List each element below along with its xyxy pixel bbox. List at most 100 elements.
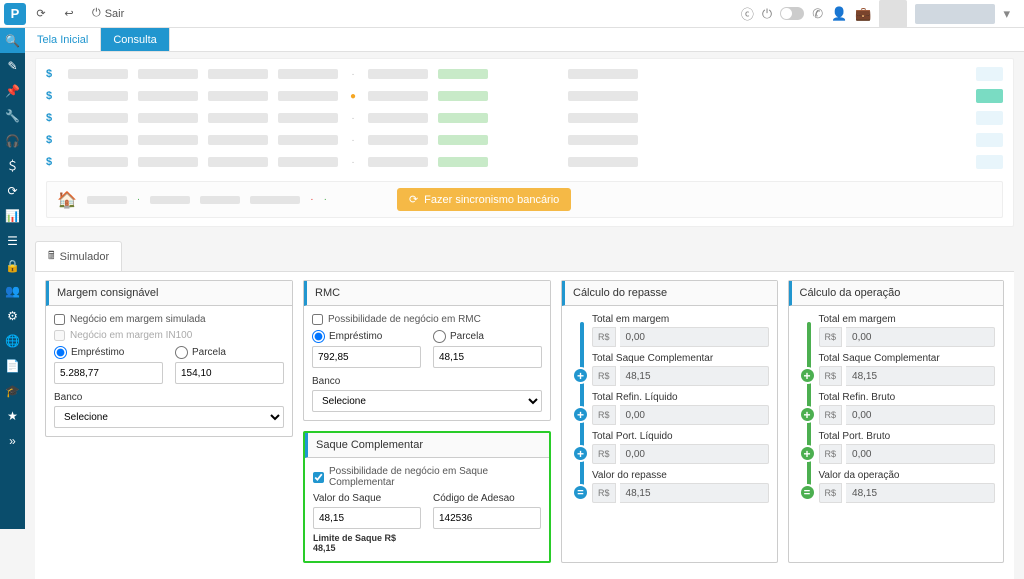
table-row: $ · bbox=[36, 151, 1013, 173]
sidebar-wrench-icon[interactable]: 🔧 bbox=[0, 103, 25, 128]
calc-label: Total Saque Complementar bbox=[819, 353, 996, 364]
input-rmc-emprestimo[interactable] bbox=[312, 346, 421, 368]
chk-saque[interactable]: Possibilidade de negócio em Saque Comple… bbox=[313, 466, 541, 488]
radio-rmc-emp-input[interactable] bbox=[312, 330, 325, 343]
chk-simulada-input[interactable] bbox=[54, 314, 65, 325]
plus-icon: + bbox=[799, 445, 816, 462]
calculator-icon: 🖩 bbox=[48, 247, 55, 266]
input-codigo-adesao[interactable] bbox=[433, 507, 541, 529]
valor-saque-label: Valor do Saque bbox=[313, 493, 421, 504]
panel-rmc: RMC Possibilidade de negócio em RMC Empr… bbox=[303, 280, 551, 421]
plus-icon: + bbox=[799, 406, 816, 423]
chk-rmc[interactable]: Possibilidade de negócio em RMC bbox=[312, 314, 542, 325]
chk-margem-in100: Negócio em margem IN100 bbox=[54, 330, 284, 341]
theme-toggle[interactable] bbox=[780, 7, 804, 20]
equals-icon: = bbox=[572, 484, 589, 501]
power-icon: ⏻ bbox=[92, 7, 101, 20]
calc-value: 0,00 bbox=[846, 327, 995, 347]
plus-icon: + bbox=[572, 367, 589, 384]
phone-icon[interactable]: ✆ bbox=[812, 6, 823, 22]
sidebar-search-icon[interactable]: 🔍 bbox=[0, 28, 25, 53]
sidebar-users-icon[interactable]: 👥 bbox=[0, 278, 25, 303]
limite-hint: Limite de Saque R$ 48,15 bbox=[313, 533, 421, 553]
sidebar-dollar-icon[interactable]: ＄ bbox=[0, 153, 25, 178]
sync-icon: ⟳ bbox=[409, 193, 418, 206]
calc-value: 48,15 bbox=[620, 483, 769, 503]
sidebar-headset-icon[interactable]: 🎧 bbox=[0, 128, 25, 153]
radio-parcela[interactable]: Parcela bbox=[175, 346, 284, 359]
sidebar-globe-icon[interactable]: 🌐 bbox=[0, 328, 25, 353]
panel-margem: Margem consignável Negócio em margem sim… bbox=[45, 280, 293, 437]
page-tabs: Tela Inicial Consulta bbox=[25, 28, 1024, 52]
radio-emprestimo-input[interactable] bbox=[54, 346, 67, 359]
row-action[interactable] bbox=[976, 133, 1003, 147]
row-action[interactable] bbox=[976, 155, 1003, 169]
calc-value: 0,00 bbox=[620, 444, 769, 464]
top-toolbar-right: ⓒ ⏻ ✆ 👤 💼 ▾ bbox=[741, 0, 1020, 28]
input-margem-emprestimo[interactable] bbox=[54, 362, 163, 384]
sidebar-star-icon[interactable]: ★ bbox=[0, 403, 25, 428]
input-margem-parcela[interactable] bbox=[175, 362, 284, 384]
sidebar-pin-icon[interactable]: 📌 bbox=[0, 78, 25, 103]
sidebar-file-icon[interactable]: 📄 bbox=[0, 353, 25, 378]
chevron-down-icon[interactable]: ▾ bbox=[1003, 6, 1010, 22]
radio-rmc-parcela[interactable]: Parcela bbox=[433, 330, 542, 343]
tab-home[interactable]: Tela Inicial bbox=[25, 28, 101, 51]
sidebar-collapse-icon[interactable]: » bbox=[0, 428, 25, 453]
sidebar-grad-icon[interactable]: 🎓 bbox=[0, 378, 25, 403]
calc-label: Total Port. Bruto bbox=[819, 431, 996, 442]
calc-label: Valor da operação bbox=[819, 470, 996, 481]
refresh-button[interactable]: ⟳ bbox=[28, 2, 54, 26]
calc-label: Total em margem bbox=[819, 314, 996, 325]
calc-value: 48,15 bbox=[620, 366, 769, 386]
radio-rmc-emprestimo[interactable]: Empréstimo bbox=[312, 330, 421, 343]
select-rmc-banco[interactable]: Selecione bbox=[312, 390, 542, 412]
sidebar-refresh-icon[interactable]: ⟳ bbox=[0, 178, 25, 203]
dollar-icon: $ bbox=[46, 156, 58, 168]
chk-rmc-input[interactable] bbox=[312, 314, 323, 325]
sync-bank-button[interactable]: ⟳ Fazer sincronismo bancário bbox=[397, 188, 571, 211]
left-sidebar: 🔍 ✎ 📌 🔧 🎧 ＄ ⟳ 📊 ☰ 🔒 👥 ⚙ 🌐 📄 🎓 ★ » bbox=[0, 28, 25, 529]
calc-value: 48,15 bbox=[846, 483, 995, 503]
plus-icon: + bbox=[572, 445, 589, 462]
briefcase-icon[interactable]: 💼 bbox=[855, 6, 871, 22]
sidebar-lock-icon[interactable]: 🔒 bbox=[0, 253, 25, 278]
plus-icon: + bbox=[799, 367, 816, 384]
panel-operacao: Cálculo da operação Total em margem R$0,… bbox=[788, 280, 1005, 563]
avatar[interactable] bbox=[879, 0, 907, 28]
calc-label: Total Saque Complementar bbox=[592, 353, 769, 364]
chk-saque-input[interactable] bbox=[313, 472, 324, 483]
logout-button[interactable]: ⏻ Sair bbox=[84, 2, 132, 26]
chk-in100-input bbox=[54, 330, 65, 341]
input-valor-saque[interactable] bbox=[313, 507, 421, 529]
repasse-title: Cálculo do repasse bbox=[562, 281, 777, 306]
radio-rmc-parc-input[interactable] bbox=[433, 330, 446, 343]
row-action[interactable] bbox=[976, 111, 1003, 125]
radio-emprestimo[interactable]: Empréstimo bbox=[54, 346, 163, 359]
user-icon[interactable]: 👤 bbox=[831, 6, 847, 22]
chk-margem-simulada[interactable]: Negócio em margem simulada bbox=[54, 314, 284, 325]
row-action[interactable] bbox=[976, 67, 1003, 81]
calc-value: 0,00 bbox=[620, 405, 769, 425]
tab-simulador[interactable]: 🖩 Simulador bbox=[35, 241, 122, 271]
calc-label: Total Port. Líquido bbox=[592, 431, 769, 442]
house-icon: 🏠 bbox=[57, 190, 77, 210]
app-logo[interactable]: P bbox=[4, 3, 26, 25]
sidebar-chart-icon[interactable]: 📊 bbox=[0, 203, 25, 228]
power-icon[interactable]: ⏻ bbox=[762, 6, 772, 22]
radio-parcela-input[interactable] bbox=[175, 346, 188, 359]
circle-icon[interactable]: ⓒ bbox=[741, 4, 754, 23]
sidebar-sliders-icon[interactable]: ⚙ bbox=[0, 303, 25, 328]
calc-value: 48,15 bbox=[846, 366, 995, 386]
calc-value: 0,00 bbox=[846, 405, 995, 425]
input-rmc-parcela[interactable] bbox=[433, 346, 542, 368]
sidebar-list-icon[interactable]: ☰ bbox=[0, 228, 25, 253]
select-margem-banco[interactable]: Selecione bbox=[54, 406, 284, 428]
sidebar-edit-icon[interactable]: ✎ bbox=[0, 53, 25, 78]
calc-label: Total em margem bbox=[592, 314, 769, 325]
back-button[interactable]: ↩ bbox=[56, 2, 82, 26]
panel-repasse: Cálculo do repasse Total em margem R$0,0… bbox=[561, 280, 778, 563]
tab-consulta[interactable]: Consulta bbox=[101, 28, 169, 51]
row-action[interactable] bbox=[976, 89, 1003, 103]
margem-title: Margem consignável bbox=[46, 281, 292, 306]
